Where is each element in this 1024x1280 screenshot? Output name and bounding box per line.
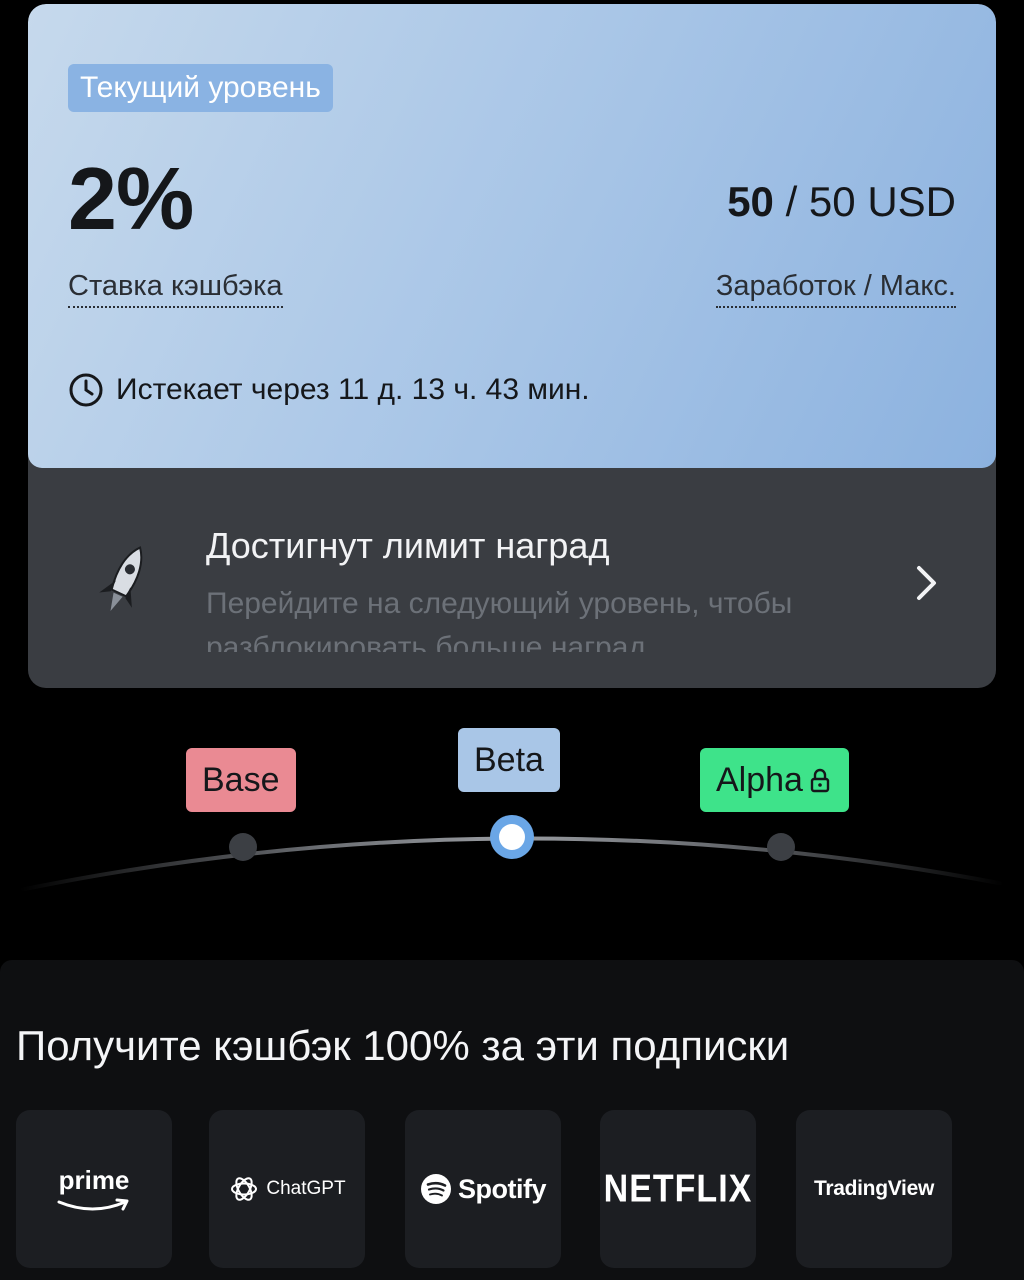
tradingview-logo: TradingView — [813, 1177, 934, 1200]
tier-progress: Base Beta Alpha — [0, 700, 1024, 920]
earnings-max-label[interactable]: Заработок / Макс. — [715, 266, 956, 308]
cashback-rate-value: 2% — [68, 149, 194, 248]
amazon-smile-icon — [57, 1198, 129, 1210]
openai-icon — [231, 1177, 258, 1201]
reward-limit-description: Перейдите на следующий уровень, чтобы ра… — [206, 587, 793, 652]
earned-amount: 50 — [727, 178, 774, 225]
tier-badge-beta[interactable]: Beta — [458, 728, 560, 792]
reward-limit-title: Достигнут лимит наград — [206, 525, 610, 566]
chatgpt-logo-text: ChatGPT — [266, 1178, 346, 1199]
cashback-level-card: Текущий уровень 2% 50 / 50 USD Ставка кэ… — [28, 4, 996, 688]
clock-icon — [69, 373, 103, 407]
reward-limit-banner[interactable]: Достигнут лимит наград Перейдите на след… — [28, 468, 996, 688]
rocket-icon — [99, 546, 143, 612]
spotify-icon — [421, 1174, 451, 1204]
subscription-chatgpt[interactable]: ChatGPT — [209, 1110, 365, 1268]
prime-logo-text: prime — [58, 1164, 130, 1195]
chevron-right-icon[interactable] — [914, 564, 940, 602]
subscriptions-section: Получите кэшбэк 100% за эти подписки pri… — [0, 960, 1024, 1280]
subscriptions-title: Получите кэшбэк 100% за эти подписки — [16, 1022, 790, 1069]
spotify-logo: Spotify — [420, 1173, 547, 1205]
subscription-spotify[interactable]: Spotify — [405, 1110, 561, 1268]
tier-badge-alpha[interactable]: Alpha — [700, 748, 849, 812]
subscriptions-list: prime ChatGPT Spotify NETFLIX TradingVie… — [16, 1110, 1024, 1268]
expiry-text: Истекает через 11 д. 13 ч. 43 мин. — [116, 373, 590, 406]
tier-alpha-label: Alpha — [716, 761, 803, 799]
earnings-value: 50 / 50 USD — [727, 174, 956, 230]
expiry-row: Истекает через 11 д. 13 ч. 43 мин. — [68, 366, 590, 414]
subscription-prime[interactable]: prime — [16, 1110, 172, 1268]
earned-max: / 50 USD — [785, 178, 956, 225]
subscription-tradingview[interactable]: TradingView — [796, 1110, 952, 1268]
current-level-panel: Текущий уровень 2% 50 / 50 USD Ставка кэ… — [28, 4, 996, 468]
cashback-rate-label[interactable]: Ставка кэшбэка — [68, 266, 283, 308]
spotify-logo-text: Spotify — [458, 1173, 547, 1204]
tier-node-beta-core — [499, 824, 525, 850]
tier-badge-base[interactable]: Base — [186, 748, 296, 812]
tier-node-base[interactable] — [229, 833, 257, 861]
page: Текущий уровень 2% 50 / 50 USD Ставка кэ… — [0, 0, 1024, 1280]
prime-logo: prime — [55, 1165, 133, 1214]
tier-node-alpha[interactable] — [767, 833, 795, 861]
netflix-logo: NETFLIX — [603, 1166, 753, 1211]
chatgpt-logo: ChatGPT — [228, 1173, 346, 1205]
subscription-netflix[interactable]: NETFLIX — [600, 1110, 756, 1268]
lock-icon — [810, 768, 830, 793]
current-level-tag: Текущий уровень — [68, 64, 333, 112]
